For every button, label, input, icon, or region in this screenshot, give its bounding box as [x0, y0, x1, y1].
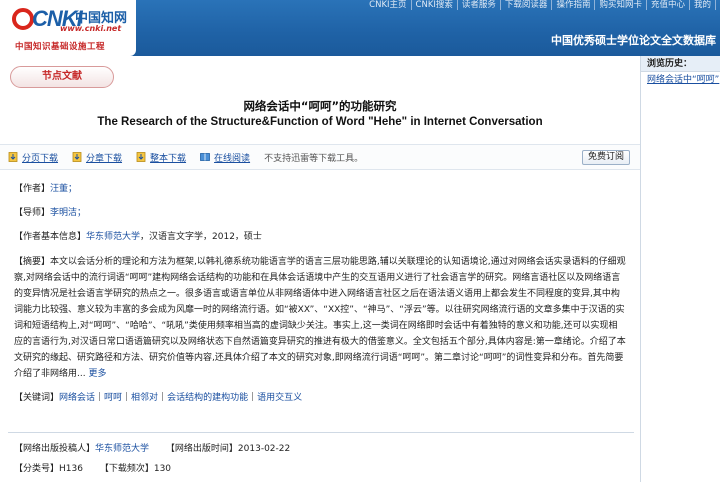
- keyword-link[interactable]: 相邻对: [131, 393, 158, 403]
- nav-home[interactable]: CNKI主页: [365, 0, 412, 10]
- thesis-title-cn: 网络会话中“呵呵”的功能研究: [243, 99, 397, 113]
- abstract-text: 本文以会话分析的理论和方法为框架,以韩礼德系统功能语言学的语言三层功能思路,辅以…: [14, 257, 626, 379]
- class-number: H136: [59, 464, 83, 474]
- class-row: 【分类号】H136 【下载频次】130: [14, 464, 172, 474]
- keyword-link[interactable]: 会话结构的建构功能: [167, 393, 248, 403]
- author-info-row: 【作者基本信息】华东师范大学，汉语言文字学，2012，硕士: [14, 232, 262, 242]
- main-panel: 节点文献 网络会话中“呵呵”的功能研究 The Research of the …: [0, 56, 640, 482]
- author-row: 【作者】汪董；: [14, 184, 78, 194]
- top-nav: CNKI主页 CNKI搜索 读者服务 下载阅读器 操作指南 购买知网卡 充值中心…: [365, 0, 716, 10]
- full-download-button[interactable]: 整本下载: [136, 151, 186, 164]
- download-icon: [8, 152, 18, 162]
- site-header: CNKI 中国知网 www.cnki.net 中国知识基础设施工程 CNKI主页…: [0, 0, 720, 56]
- online-read-button[interactable]: 在线阅读: [200, 151, 250, 164]
- logo-url: www.cnki.net: [60, 24, 122, 33]
- chapter-download-button[interactable]: 分章下载: [72, 151, 122, 164]
- nav-reader-service[interactable]: 读者服务: [458, 0, 501, 10]
- download-icon: [136, 152, 146, 162]
- thesis-details: 【作者】汪董； 【导师】李明洁； 【作者基本信息】华东师范大学，汉语言文字学，2…: [14, 182, 626, 415]
- download-count: 130: [153, 464, 172, 474]
- book-icon: [200, 153, 210, 161]
- keyword-link[interactable]: 呵呵: [104, 393, 122, 403]
- node-literature-tab[interactable]: 节点文献: [10, 66, 114, 88]
- database-title: 中国优秀硕士学位论文全文数据库: [551, 34, 716, 47]
- advisor-row: 【导师】李明洁；: [14, 208, 87, 218]
- school-link[interactable]: 华东师范大学: [86, 232, 140, 242]
- download-icon: [72, 152, 82, 162]
- publication-info: 【网络出版投稿人】华东师范大学 【网络出版时间】2013-02-22 【分类号】…: [8, 432, 634, 478]
- nav-guide[interactable]: 操作指南: [552, 0, 596, 10]
- nav-recharge[interactable]: 充值中心: [647, 0, 690, 10]
- nav-buy-card[interactable]: 购买知网卡: [595, 0, 647, 10]
- history-heading: 浏览历史：: [641, 56, 720, 72]
- advisor-link[interactable]: 李明洁；: [50, 208, 86, 218]
- nav-my[interactable]: 我的: [690, 0, 716, 10]
- publisher-row: 【网络出版投稿人】华东师范大学 【网络出版时间】2013-02-22: [14, 444, 291, 454]
- history-item[interactable]: 网络会话中“呵呵”: [641, 72, 720, 88]
- publish-time: 2013-02-22: [237, 444, 291, 454]
- abstract-row: 【摘要】本文以会话分析的理论和方法为框架,以韩礼德系统功能语言学的语言三层功能思…: [14, 257, 626, 379]
- more-link[interactable]: 更多: [88, 369, 106, 379]
- author-link[interactable]: 汪董；: [50, 184, 77, 194]
- download-tool-note: 不支持迅雷等下载工具。: [264, 153, 364, 164]
- cnki-logo[interactable]: CNKI 中国知网 www.cnki.net 中国知识基础设施工程: [0, 0, 136, 56]
- keyword-link[interactable]: 语用交互义: [257, 393, 302, 403]
- thesis-title-en: The Research of the Structure&Function o…: [97, 116, 543, 128]
- nav-download-reader[interactable]: 下载阅读器: [501, 0, 553, 10]
- page-download-button[interactable]: 分页下载: [8, 151, 58, 164]
- history-sidebar: 浏览历史： 网络会话中“呵呵”: [640, 56, 720, 482]
- free-subscribe-button[interactable]: 免费订阅: [581, 150, 630, 165]
- logo-subtitle: 中国知识基础设施工程: [15, 42, 106, 52]
- keywords-row: 【关键词】网络会话 呵呵 相邻对 会话结构的建构功能 语用交互义: [14, 392, 303, 403]
- download-toolbar: 分页下载 分章下载 整本下载 在线阅读 不支持迅雷等下载工具。 免费订阅: [0, 144, 640, 170]
- keyword-link[interactable]: 网络会话: [59, 393, 95, 403]
- nav-search[interactable]: CNKI搜索: [412, 0, 458, 10]
- publisher-link[interactable]: 华东师范大学: [95, 444, 149, 454]
